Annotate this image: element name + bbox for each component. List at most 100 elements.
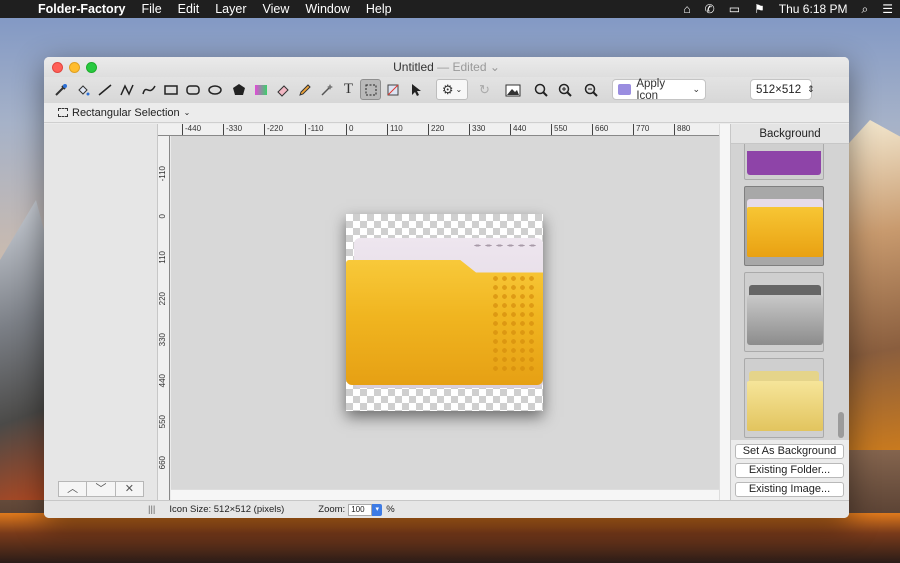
rect-selection-icon bbox=[58, 108, 68, 117]
menu-window[interactable]: Window bbox=[297, 0, 357, 18]
paint-bucket-icon[interactable] bbox=[72, 79, 93, 100]
folder-icon-document[interactable] bbox=[346, 214, 543, 411]
icon-size-value: 512×512 bbox=[756, 83, 802, 96]
tool-options-bar: Rectangular Selection ⌄ bbox=[44, 103, 849, 123]
ruler-tick: 660 bbox=[158, 456, 167, 470]
ruler-tick: 0 bbox=[158, 214, 167, 219]
icon-size-select[interactable]: 512×512 ⇕ bbox=[750, 79, 815, 100]
resize-handle-icon[interactable]: ||| bbox=[148, 504, 155, 515]
edited-indicator[interactable]: — Edited ⌄ bbox=[437, 60, 500, 74]
zoom-input[interactable]: 100 bbox=[348, 503, 373, 516]
pencil-tool-icon[interactable] bbox=[294, 79, 315, 100]
vertical-scrollbar[interactable] bbox=[719, 124, 730, 500]
rounded-rect-tool-icon[interactable] bbox=[182, 79, 203, 100]
set-as-background-button[interactable]: Set As Background bbox=[735, 444, 844, 459]
menu-help[interactable]: Help bbox=[358, 0, 400, 18]
delete-layer-button[interactable]: ✕ bbox=[116, 482, 143, 496]
chevron-down-icon: ⌄ bbox=[183, 108, 191, 117]
stepper-icon: ⇕ bbox=[807, 84, 815, 94]
curve-tool-icon[interactable] bbox=[138, 79, 159, 100]
ellipse-tool-icon[interactable] bbox=[204, 79, 225, 100]
zoom-out-icon[interactable] bbox=[580, 79, 601, 100]
ruler-tick: -110 bbox=[305, 124, 323, 135]
folder-dot-pattern bbox=[491, 274, 535, 374]
ruler-tick: 110 bbox=[387, 124, 403, 135]
purple-folder-thumbnail[interactable] bbox=[744, 144, 824, 180]
apply-icon-label: Apply Icon bbox=[636, 77, 666, 102]
existing-folder-button[interactable]: Existing Folder... bbox=[735, 463, 844, 478]
messages-icon[interactable]: ✆ bbox=[698, 2, 722, 16]
status-bar: ||| Icon Size: 512×512 (pixels) Zoom: 10… bbox=[44, 500, 849, 518]
background-thumbnail-list[interactable] bbox=[731, 144, 849, 440]
airplay-icon[interactable]: ▭ bbox=[722, 2, 747, 16]
wallpaper-mountain-right bbox=[840, 120, 900, 450]
arrow-pointer-icon[interactable] bbox=[405, 79, 426, 100]
magic-wand-icon[interactable] bbox=[316, 79, 337, 100]
line-tool-icon[interactable] bbox=[94, 79, 115, 100]
wifi-off-icon[interactable]: ⌂ bbox=[676, 2, 697, 16]
app-window: Untitled — Edited ⌄ T ⚙ ⌄ ↻ Apply Icon ⌄… bbox=[44, 57, 849, 518]
background-panel-header: Background bbox=[731, 124, 849, 144]
ruler-tick: -440 bbox=[182, 124, 201, 135]
gray-folder-thumbnail[interactable] bbox=[744, 272, 824, 352]
menu-layer[interactable]: Layer bbox=[207, 0, 254, 18]
text-tool-icon[interactable]: T bbox=[338, 79, 359, 100]
image-adjust-icon[interactable] bbox=[502, 79, 523, 100]
rect-selection-tool-icon[interactable] bbox=[360, 79, 381, 100]
ruler-tick: 770 bbox=[633, 124, 649, 135]
wallpaper-lake bbox=[0, 513, 900, 563]
ruler-tick: -110 bbox=[158, 166, 167, 182]
window-title: Untitled — Edited ⌄ bbox=[44, 60, 849, 74]
polygon-tool-icon[interactable] bbox=[228, 79, 249, 100]
ruler-tick: 220 bbox=[158, 292, 167, 306]
zoom-unit: % bbox=[386, 504, 395, 515]
menu-file[interactable]: File bbox=[134, 0, 170, 18]
apply-icon-button[interactable]: Apply Icon ⌄ bbox=[612, 77, 706, 102]
ruler-tick: 440 bbox=[158, 374, 167, 388]
rectangle-tool-icon[interactable] bbox=[160, 79, 181, 100]
ruler-tick: 330 bbox=[158, 333, 167, 347]
thumbnail-scroll-thumb[interactable] bbox=[838, 412, 844, 438]
vertical-ruler: -110 0 110 220 330 440 550 660 bbox=[158, 136, 170, 500]
document-name: Untitled bbox=[393, 60, 434, 74]
selection-mode-dropdown[interactable]: Rectangular Selection bbox=[72, 107, 180, 119]
notification-center-icon[interactable]: ☰ bbox=[875, 2, 900, 16]
ruler-tick: 660 bbox=[592, 124, 608, 135]
move-layer-up-button[interactable]: ︿ bbox=[59, 482, 88, 496]
ruler-tick: 550 bbox=[158, 415, 167, 429]
crop-tool-icon[interactable] bbox=[382, 79, 403, 100]
folder-preview-icon bbox=[618, 84, 632, 95]
menu-bar: Folder-Factory File Edit Layer View Wind… bbox=[0, 0, 900, 18]
ruler-tick: -330 bbox=[223, 124, 242, 135]
menu-view[interactable]: View bbox=[255, 0, 298, 18]
settings-menu-icon[interactable]: ⚙ ⌄ bbox=[436, 79, 468, 100]
horizontal-ruler: -440 -330 -220 -110 0 110 220 330 440 55… bbox=[158, 124, 730, 136]
eyedropper-icon[interactable] bbox=[50, 79, 71, 100]
ruler-tick: 880 bbox=[674, 124, 690, 135]
icon-size-status: Icon Size: 512×512 (pixels) bbox=[169, 504, 285, 515]
zoom-to-fit-icon[interactable] bbox=[530, 79, 551, 100]
toolbar: T ⚙ ⌄ ↻ Apply Icon ⌄ 512×512 ⇕ bbox=[44, 77, 849, 103]
polyline-tool-icon[interactable] bbox=[116, 79, 137, 100]
eraser-tool-icon[interactable] bbox=[272, 79, 293, 100]
zoom-label: Zoom: bbox=[318, 504, 346, 515]
redo-icon[interactable]: ↻ bbox=[474, 79, 495, 100]
clock[interactable]: Thu 6:18 PM bbox=[772, 2, 855, 16]
layers-panel: ︿ ﹀ ✕ bbox=[44, 124, 158, 500]
title-bar: Untitled — Edited ⌄ bbox=[44, 57, 849, 77]
menu-edit[interactable]: Edit bbox=[170, 0, 208, 18]
ruler-tick: 440 bbox=[510, 124, 526, 135]
beige-folder-thumbnail[interactable] bbox=[744, 358, 824, 438]
horizontal-scrollbar[interactable] bbox=[171, 489, 719, 500]
yellow-folder-thumbnail[interactable] bbox=[744, 186, 824, 266]
zoom-dropdown-icon[interactable]: ▾ bbox=[372, 503, 383, 516]
ruler-tick: 110 bbox=[158, 251, 167, 264]
move-layer-down-button[interactable]: ﹀ bbox=[87, 482, 116, 496]
existing-image-button[interactable]: Existing Image... bbox=[735, 482, 844, 497]
gradient-tool-icon[interactable] bbox=[250, 79, 271, 100]
menu-app-name[interactable]: Folder-Factory bbox=[30, 0, 134, 18]
flag-icon[interactable]: ⚑ bbox=[747, 2, 772, 16]
ruler-tick: -220 bbox=[264, 124, 283, 135]
zoom-in-icon[interactable] bbox=[554, 79, 575, 100]
search-icon[interactable]: ⌕ bbox=[855, 2, 876, 17]
